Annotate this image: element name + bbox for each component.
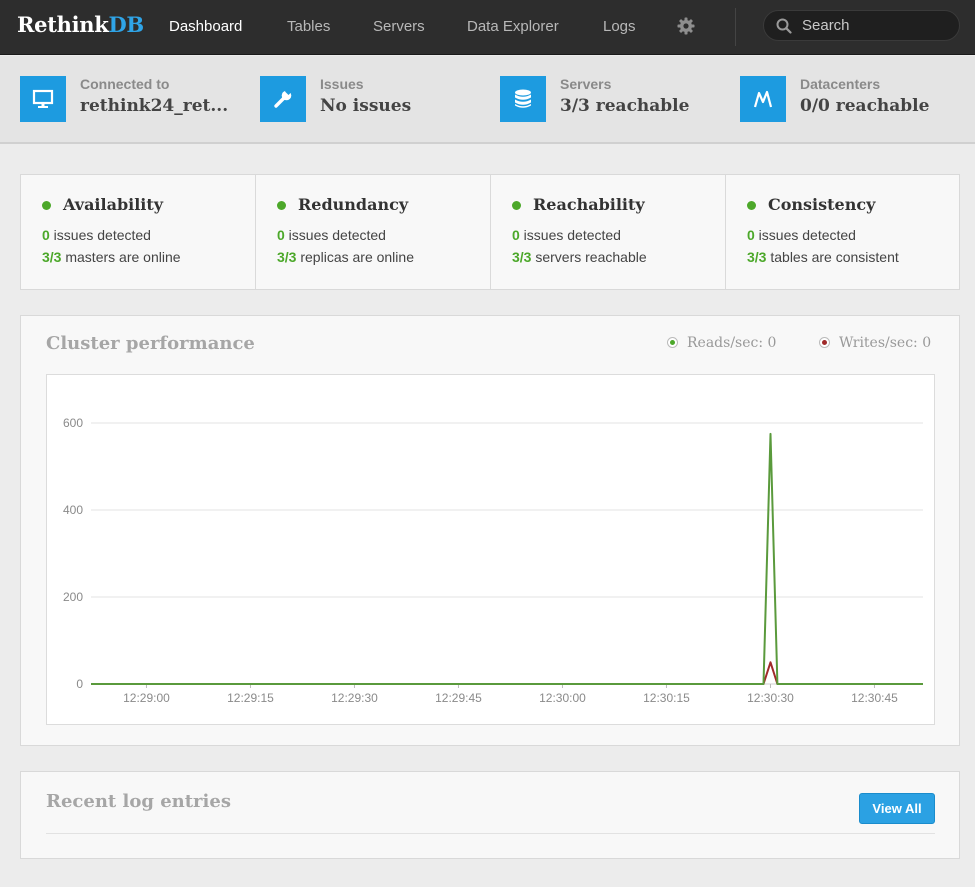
legend-reads: Reads/sec: 0 bbox=[667, 335, 776, 351]
gear-icon[interactable] bbox=[677, 17, 695, 35]
legend-label: Writes/sec: 0 bbox=[839, 335, 932, 351]
status-label: Issues bbox=[320, 76, 364, 92]
status-value[interactable]: No issues bbox=[320, 96, 411, 116]
monitor-icon bbox=[20, 76, 66, 122]
x-tick-label: 12:29:45 bbox=[435, 691, 482, 705]
health-text: masters are online bbox=[61, 249, 181, 265]
health-text: tables are consistent bbox=[766, 249, 899, 265]
health-text: replicas are online bbox=[296, 249, 414, 265]
search-box[interactable] bbox=[763, 10, 960, 41]
x-tick-label: 12:30:15 bbox=[643, 691, 690, 705]
search-input[interactable] bbox=[802, 16, 952, 35]
health-issues-line: 0 issues detected bbox=[747, 227, 856, 243]
health-title: Redundancy bbox=[298, 195, 409, 214]
y-tick-label: 400 bbox=[63, 503, 83, 517]
nav-servers[interactable]: Servers bbox=[373, 18, 425, 35]
health-number: 0 bbox=[512, 227, 520, 243]
nav-divider bbox=[735, 8, 736, 46]
health-number: 3/3 bbox=[277, 249, 297, 265]
health-number: 0 bbox=[747, 227, 755, 243]
health-status-line: 3/3 tables are consistent bbox=[747, 249, 899, 265]
panel-title: Cluster performance bbox=[46, 333, 255, 354]
health-number: 3/3 bbox=[747, 249, 767, 265]
y-tick-label: 200 bbox=[63, 590, 83, 604]
health-reachability: Reachability 0 issues detected 3/3 serve… bbox=[491, 175, 726, 289]
datacenter-icon bbox=[740, 76, 786, 122]
nav-logs[interactable]: Logs bbox=[603, 18, 636, 35]
series-line-writes-sec bbox=[91, 661, 923, 685]
brand-name-accent: DB bbox=[108, 12, 144, 37]
health-number: 0 bbox=[42, 227, 50, 243]
health-number: 3/3 bbox=[512, 249, 532, 265]
status-ok-dot bbox=[277, 201, 286, 210]
nav-dashboard[interactable]: Dashboard bbox=[169, 18, 242, 35]
x-tick-label: 12:29:15 bbox=[227, 691, 274, 705]
chart-svg: 0 200 400 600 12:29:00 12:29:15 12:29:30 12:29:… bbox=[63, 416, 923, 705]
legend-label: Reads/sec: 0 bbox=[687, 335, 777, 351]
health-status-line: 3/3 replicas are online bbox=[277, 249, 414, 265]
status-value[interactable]: rethink24_ret... bbox=[80, 96, 228, 116]
legend-marker bbox=[667, 337, 678, 348]
status-value[interactable]: 3/3 reachable bbox=[560, 96, 689, 116]
status-value[interactable]: 0/0 reachable bbox=[800, 96, 929, 116]
view-all-button[interactable]: View All bbox=[859, 793, 935, 824]
status-ok-dot bbox=[747, 201, 756, 210]
wrench-icon bbox=[260, 76, 306, 122]
x-tick-label: 12:29:00 bbox=[123, 691, 170, 705]
brand-name-primary: Rethink bbox=[17, 12, 109, 37]
y-tick-label: 600 bbox=[63, 416, 83, 430]
performance-chart: 0 200 400 600 12:29:00 12:29:15 12:29:30 12:29:… bbox=[46, 374, 935, 725]
x-tick-label: 12:30:30 bbox=[747, 691, 794, 705]
legend-writes: Writes/sec: 0 bbox=[819, 335, 931, 351]
nav-data-explorer[interactable]: Data Explorer bbox=[467, 18, 559, 35]
search-icon bbox=[776, 18, 792, 34]
health-text: servers reachable bbox=[531, 249, 647, 265]
status-bar: Connected to rethink24_ret... Issues No … bbox=[0, 56, 975, 144]
health-text: issues detected bbox=[49, 227, 151, 243]
brand-logo[interactable]: RethinkDB bbox=[17, 12, 144, 37]
cluster-health-panel: Availability 0 issues detected 3/3 maste… bbox=[20, 174, 960, 290]
health-text: issues detected bbox=[284, 227, 386, 243]
x-tick-label: 12:30:45 bbox=[851, 691, 898, 705]
x-tick-label: 12:29:30 bbox=[331, 691, 378, 705]
health-title: Availability bbox=[63, 195, 164, 214]
divider bbox=[46, 833, 935, 834]
health-issues-line: 0 issues detected bbox=[512, 227, 621, 243]
status-label: Connected to bbox=[80, 76, 170, 92]
top-nav: RethinkDB Dashboard Tables Servers Data … bbox=[0, 0, 975, 55]
status-ok-dot bbox=[512, 201, 521, 210]
nav-tables[interactable]: Tables bbox=[287, 18, 330, 35]
health-number: 3/3 bbox=[42, 249, 62, 265]
health-availability: Availability 0 issues detected 3/3 maste… bbox=[21, 175, 256, 289]
legend-marker bbox=[819, 337, 830, 348]
status-label: Servers bbox=[560, 76, 612, 92]
health-consistency: Consistency 0 issues detected 3/3 tables… bbox=[726, 175, 961, 289]
health-text: issues detected bbox=[519, 227, 621, 243]
series-line-reads-sec bbox=[91, 432, 923, 685]
health-title: Consistency bbox=[768, 195, 876, 214]
database-icon bbox=[500, 76, 546, 122]
panel-title: Recent log entries bbox=[46, 791, 231, 812]
status-ok-dot bbox=[42, 201, 51, 210]
health-number: 0 bbox=[277, 227, 285, 243]
health-status-line: 3/3 servers reachable bbox=[512, 249, 647, 265]
x-tick-label: 12:30:00 bbox=[539, 691, 586, 705]
health-redundancy: Redundancy 0 issues detected 3/3 replica… bbox=[256, 175, 491, 289]
recent-log-panel: Recent log entries View All bbox=[20, 771, 960, 859]
cluster-performance-panel: Cluster performance Reads/sec: 0 Writes/… bbox=[20, 315, 960, 746]
y-tick-label: 0 bbox=[76, 677, 83, 691]
status-label: Datacenters bbox=[800, 76, 881, 92]
health-title: Reachability bbox=[533, 195, 645, 214]
health-issues-line: 0 issues detected bbox=[42, 227, 151, 243]
health-text: issues detected bbox=[754, 227, 856, 243]
health-status-line: 3/3 masters are online bbox=[42, 249, 181, 265]
health-issues-line: 0 issues detected bbox=[277, 227, 386, 243]
